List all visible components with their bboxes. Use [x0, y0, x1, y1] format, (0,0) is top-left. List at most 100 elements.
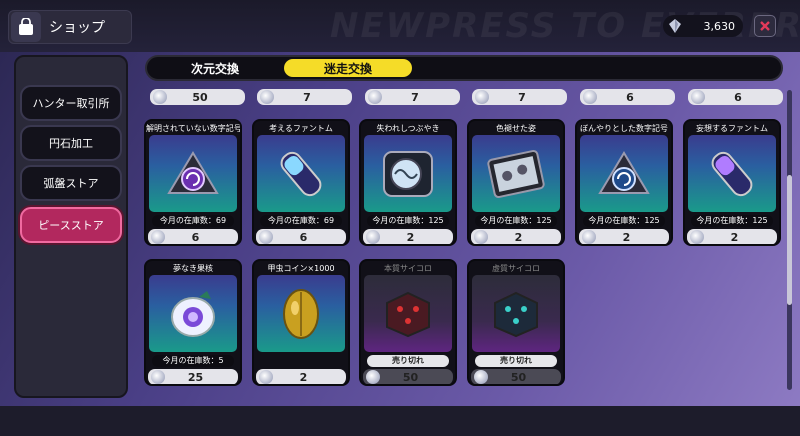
- item-name: 失われしつぶやき: [376, 124, 440, 133]
- price-value: 25: [187, 370, 204, 384]
- item-name: 甲虫コイン×1000: [267, 264, 335, 273]
- coin-icon: [368, 90, 382, 104]
- shop-item-card[interactable]: 妄想するファントム 今月の在庫数：125 2: [683, 119, 781, 246]
- coin-icon: [259, 370, 273, 384]
- stock-label: 今月の在庫数：69: [260, 215, 342, 227]
- sidebar-item-label: ハンター取引所: [32, 97, 110, 110]
- shop-item-card[interactable]: 考えるファントム 今月の在庫数：69 6: [252, 119, 350, 246]
- coin-icon: [366, 370, 380, 384]
- price-pill[interactable]: 2: [687, 229, 777, 244]
- spiral-prism-icon: [580, 135, 668, 212]
- coin-icon: [691, 90, 705, 104]
- price-pill: 50: [363, 369, 453, 384]
- coin-icon: [582, 230, 596, 244]
- scrollbar-thumb[interactable]: [787, 175, 792, 305]
- soldout-label: 売り切れ: [367, 355, 449, 367]
- item-name: 解明されていない数字記号: [146, 124, 242, 133]
- price-pill[interactable]: 6: [580, 89, 675, 105]
- shop-item-card-soldout[interactable]: 本質サイコロ 売り切れ 50: [359, 259, 457, 386]
- price-pill[interactable]: 6: [688, 89, 783, 105]
- sidebar-item-label: ピースストア: [38, 219, 104, 232]
- stock-label: 今月の在庫数：125: [367, 215, 449, 227]
- shop-item-card[interactable]: ぼんやりとした数字記号 今月の在庫数：125 2: [575, 119, 673, 246]
- coin-icon: [474, 230, 488, 244]
- price-value: 6: [626, 90, 634, 104]
- price-value: 7: [411, 90, 419, 104]
- price-value: 50: [192, 90, 208, 104]
- price-value: 2: [406, 230, 415, 244]
- item-name: 虚質サイコロ: [492, 264, 540, 273]
- price-pill[interactable]: 7: [472, 89, 567, 105]
- price-pill[interactable]: 2: [256, 369, 346, 384]
- price-value: 6: [734, 90, 742, 104]
- shop-item-card[interactable]: 失われしつぶやき 今月の在庫数：125 2: [359, 119, 457, 246]
- price-value: 6: [299, 230, 308, 244]
- item-name: 夢なき果核: [173, 264, 213, 273]
- shop-item-card[interactable]: 解明されていない数字記号 今月の在庫数：69 6: [144, 119, 242, 246]
- vertical-scrollbar[interactable]: [787, 90, 792, 390]
- red-dice-icon: [364, 275, 452, 352]
- item-name: 本質サイコロ: [384, 264, 432, 273]
- stock-label: 今月の在庫数：125: [475, 215, 557, 227]
- fruit-core-icon: [149, 275, 237, 352]
- stock-label: 今月の在庫数：125: [583, 215, 665, 227]
- sidebar-item-hunter-exchange[interactable]: ハンター取引所: [20, 85, 122, 121]
- price-value: 50: [402, 370, 419, 384]
- soldout-label: 売り切れ: [475, 355, 557, 367]
- radio-device-icon: [364, 135, 452, 212]
- shop-item-card[interactable]: 色褪せた姿 今月の在庫数：125 2: [467, 119, 565, 246]
- item-name: 妄想するファントム: [696, 124, 768, 133]
- close-button[interactable]: [754, 15, 776, 37]
- tab-label: 迷走交換: [323, 61, 372, 76]
- beetle-coin-icon: [257, 275, 345, 352]
- tab-label: 次元交換: [190, 61, 239, 76]
- photo-tablet-icon: [472, 135, 560, 212]
- coin-icon: [366, 230, 380, 244]
- sidebar-item-koban-store[interactable]: 弧盤ストア: [20, 165, 122, 201]
- category-sidebar: ハンター取引所 円石加工 弧盤ストア ピースストア: [14, 55, 128, 398]
- coin-icon: [690, 230, 704, 244]
- price-pill: 50: [471, 369, 561, 384]
- shop-item-card-soldout[interactable]: 虚質サイコロ 売り切れ 50: [467, 259, 565, 386]
- price-pill[interactable]: 25: [148, 369, 238, 384]
- capsule-icon: [257, 135, 345, 212]
- tab-wandering-exchange[interactable]: 迷走交換: [284, 59, 412, 77]
- page-title: ショップ: [49, 20, 105, 36]
- stock-label: 今月の在庫数：125: [691, 215, 773, 227]
- currency-counter: 3,630: [663, 15, 743, 37]
- tab-dimension-exchange[interactable]: 次元交換: [151, 59, 279, 77]
- price-value: 2: [514, 230, 523, 244]
- price-pill[interactable]: 2: [579, 229, 669, 244]
- price-pill[interactable]: 50: [150, 89, 245, 105]
- price-pill[interactable]: 7: [365, 89, 460, 105]
- price-pill[interactable]: 2: [471, 229, 561, 244]
- top-bar: NEWPRESS TO EVERPRESS ショップ 3,630: [0, 0, 800, 52]
- sidebar-item-label: 弧盤ストア: [43, 177, 99, 190]
- close-icon: [760, 21, 770, 31]
- price-value: 7: [518, 90, 526, 104]
- price-pill[interactable]: 6: [256, 229, 346, 244]
- price-pill[interactable]: 2: [363, 229, 453, 244]
- shop-item-card[interactable]: 甲虫コイン×1000 2: [252, 259, 350, 386]
- coin-icon: [153, 90, 167, 104]
- spiral-prism-icon: [149, 135, 237, 212]
- blue-dice-icon: [472, 275, 560, 352]
- shopping-bag-icon: [11, 12, 41, 42]
- price-value: 50: [510, 370, 527, 384]
- coin-icon: [151, 370, 165, 384]
- coin-icon: [474, 370, 488, 384]
- price-value: 7: [303, 90, 311, 104]
- stock-label: 今月の在庫数：5: [152, 355, 234, 367]
- price-pill[interactable]: 7: [257, 89, 352, 105]
- item-name: ぼんやりとした数字記号: [580, 124, 668, 133]
- shop-item-card[interactable]: 夢なき果核 今月の在庫数：5 25: [144, 259, 242, 386]
- item-name: 色褪せた姿: [496, 124, 536, 133]
- sidebar-item-enseki-processing[interactable]: 円石加工: [20, 125, 122, 161]
- coin-icon: [475, 90, 489, 104]
- stock-label: 今月の在庫数：69: [152, 215, 234, 227]
- price-value: 2: [730, 230, 739, 244]
- sidebar-item-piece-store[interactable]: ピースストア: [20, 207, 122, 243]
- price-pill[interactable]: 6: [148, 229, 238, 244]
- price-value: 2: [299, 370, 308, 384]
- bottom-bar: [0, 406, 800, 436]
